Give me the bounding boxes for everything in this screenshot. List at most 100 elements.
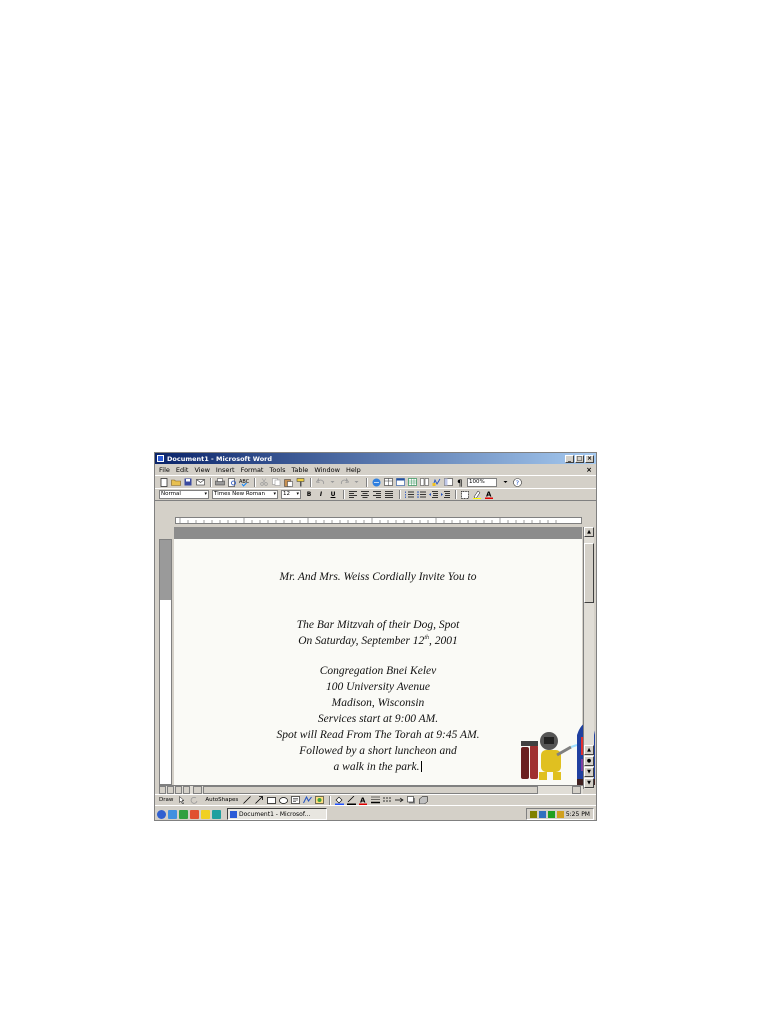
network-icon[interactable] bbox=[529, 810, 537, 818]
normal-view-button[interactable] bbox=[159, 786, 166, 794]
save-icon[interactable] bbox=[183, 478, 193, 487]
outline-view-button[interactable] bbox=[183, 786, 190, 794]
draw-font-color-icon[interactable]: A bbox=[358, 796, 368, 805]
insert-table-icon[interactable] bbox=[395, 478, 405, 487]
volume-icon[interactable] bbox=[538, 810, 546, 818]
justify-icon[interactable] bbox=[384, 490, 394, 499]
menu-view[interactable]: View bbox=[194, 466, 209, 474]
scroll-left-button[interactable] bbox=[193, 786, 202, 794]
menu-tools[interactable]: Tools bbox=[269, 466, 285, 474]
antivirus-icon[interactable] bbox=[547, 810, 555, 818]
document-map-icon[interactable] bbox=[443, 478, 453, 487]
bullets-icon[interactable] bbox=[416, 490, 426, 499]
format-painter-icon[interactable] bbox=[295, 477, 305, 487]
dash-style-icon[interactable] bbox=[382, 796, 392, 805]
align-center-icon[interactable] bbox=[360, 490, 370, 499]
select-browse-object-button[interactable]: ● bbox=[584, 756, 594, 766]
align-right-icon[interactable] bbox=[372, 490, 382, 499]
columns-icon[interactable] bbox=[419, 478, 429, 487]
previous-page-button[interactable]: ▲ bbox=[584, 745, 594, 755]
insert-excel-icon[interactable] bbox=[407, 478, 417, 487]
next-page-button[interactable]: ▼ bbox=[584, 767, 594, 777]
scroll-right-button[interactable] bbox=[572, 786, 581, 794]
redo-icon[interactable] bbox=[339, 478, 349, 487]
autoshapes-menu-button[interactable]: AutoShapes bbox=[205, 797, 238, 803]
powerpoint-icon[interactable] bbox=[190, 809, 199, 819]
show-hide-icon[interactable]: ¶ bbox=[455, 478, 465, 487]
horizontal-scrollbar[interactable] bbox=[159, 785, 583, 794]
outlook-icon[interactable] bbox=[168, 809, 177, 819]
wordart-icon[interactable] bbox=[302, 796, 312, 805]
print-preview-icon[interactable] bbox=[227, 477, 237, 487]
numbering-icon[interactable] bbox=[404, 490, 414, 499]
undo-dropdown-icon[interactable] bbox=[327, 478, 337, 487]
select-objects-icon[interactable] bbox=[177, 796, 187, 805]
taskbar-word-button[interactable]: Document1 - Microsof... bbox=[227, 808, 327, 820]
new-icon[interactable] bbox=[159, 477, 169, 487]
document-close-button[interactable]: × bbox=[586, 466, 592, 474]
style-combo[interactable]: Normal ▾ bbox=[159, 490, 209, 499]
drawing-icon[interactable] bbox=[431, 478, 441, 487]
text-box-icon[interactable] bbox=[290, 796, 300, 805]
ie-icon[interactable] bbox=[157, 809, 166, 819]
help-icon[interactable]: ? bbox=[512, 477, 522, 487]
scroll-thumb[interactable] bbox=[584, 543, 594, 603]
excel-icon[interactable] bbox=[179, 809, 188, 819]
horizontal-scroll-thumb[interactable] bbox=[203, 786, 538, 794]
cut-icon[interactable] bbox=[259, 478, 269, 487]
borders-icon[interactable] bbox=[460, 490, 470, 499]
scroll-up-button[interactable]: ▲ bbox=[584, 527, 594, 537]
minimize-button[interactable]: _ bbox=[565, 454, 574, 463]
menu-file[interactable]: File bbox=[159, 466, 170, 474]
decrease-indent-icon[interactable] bbox=[428, 490, 438, 499]
rectangle-icon[interactable] bbox=[266, 796, 276, 805]
line-color-icon[interactable] bbox=[346, 795, 356, 805]
font-size-combo[interactable]: 12 ▾ bbox=[281, 490, 301, 499]
highlight-icon[interactable] bbox=[472, 490, 482, 499]
font-color-icon[interactable]: A bbox=[484, 490, 494, 499]
arrow-icon[interactable] bbox=[254, 796, 264, 805]
ruler-track[interactable] bbox=[175, 517, 582, 524]
print-icon[interactable] bbox=[215, 478, 225, 487]
copy-icon[interactable] bbox=[271, 478, 281, 487]
paste-icon[interactable] bbox=[283, 478, 293, 487]
print-layout-view-button[interactable] bbox=[175, 786, 182, 794]
italic-button[interactable]: I bbox=[316, 490, 326, 499]
clock[interactable]: 5:25 PM bbox=[566, 811, 590, 818]
desktop-icon[interactable] bbox=[212, 809, 221, 819]
vertical-scrollbar[interactable]: ▲ ▲ ● ▼ ▼ bbox=[583, 527, 594, 789]
oval-icon[interactable] bbox=[278, 796, 288, 805]
shadow-icon[interactable] bbox=[406, 796, 416, 805]
underline-button[interactable]: U bbox=[328, 490, 338, 499]
zoom-dropdown-icon[interactable] bbox=[500, 478, 510, 487]
title-bar[interactable]: Document1 - Microsoft Word _ □ × bbox=[155, 453, 596, 464]
align-left-icon[interactable] bbox=[348, 490, 358, 499]
menu-help[interactable]: Help bbox=[346, 466, 361, 474]
email-icon[interactable] bbox=[195, 478, 205, 487]
redo-dropdown-icon[interactable] bbox=[351, 478, 361, 487]
spelling-icon[interactable]: ABC bbox=[239, 478, 249, 487]
arrow-style-icon[interactable] bbox=[394, 796, 404, 805]
line-icon[interactable] bbox=[242, 796, 252, 805]
close-button[interactable]: × bbox=[585, 454, 594, 463]
open-icon[interactable] bbox=[171, 478, 181, 487]
line-style-icon[interactable] bbox=[370, 796, 380, 805]
zoom-combo[interactable]: 100% bbox=[467, 477, 497, 487]
web-layout-view-button[interactable] bbox=[167, 786, 174, 794]
menu-window[interactable]: Window bbox=[314, 466, 340, 474]
scroll-down-button[interactable]: ▼ bbox=[584, 778, 594, 788]
hyperlink-icon[interactable] bbox=[371, 478, 381, 487]
menu-table[interactable]: Table bbox=[292, 466, 309, 474]
word-app-icon[interactable] bbox=[157, 455, 164, 462]
increase-indent-icon[interactable] bbox=[440, 490, 450, 499]
free-rotate-icon[interactable] bbox=[189, 796, 199, 805]
clip-art-icon[interactable] bbox=[314, 796, 324, 805]
scheduler-icon[interactable] bbox=[556, 810, 564, 818]
undo-icon[interactable] bbox=[315, 478, 325, 487]
fill-color-icon[interactable] bbox=[334, 796, 344, 805]
draw-menu-button[interactable]: Draw bbox=[159, 797, 173, 803]
explorer-icon[interactable] bbox=[201, 809, 210, 819]
tables-borders-icon[interactable] bbox=[383, 478, 393, 487]
maximize-button[interactable]: □ bbox=[575, 454, 584, 463]
3d-icon[interactable] bbox=[418, 796, 428, 805]
